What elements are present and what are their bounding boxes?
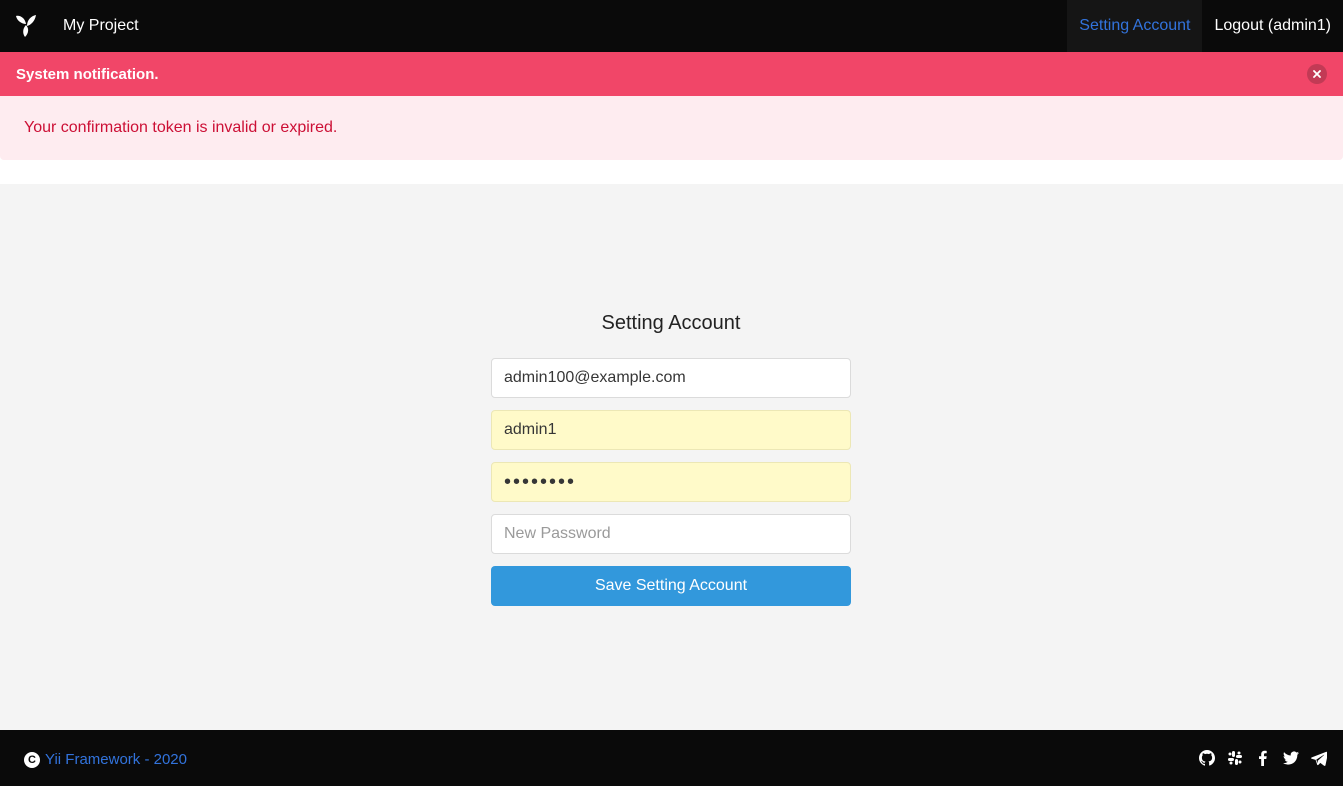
system-notification: System notification. Your confirmation t… <box>0 52 1343 160</box>
close-icon[interactable] <box>1307 64 1327 84</box>
save-setting-account-button[interactable]: Save Setting Account <box>491 566 851 606</box>
social-links <box>1199 750 1327 766</box>
password-field[interactable] <box>491 462 851 502</box>
email-field[interactable] <box>491 358 851 398</box>
github-icon[interactable] <box>1199 750 1215 766</box>
main-content: Setting Account Save Setting Account <box>0 184 1343 730</box>
footer: C Yii Framework - 2020 <box>0 730 1343 786</box>
navbar: My Project Setting Account Logout (admin… <box>0 0 1343 52</box>
notification-header: System notification. <box>0 52 1343 96</box>
yii-logo-icon[interactable] <box>12 12 39 40</box>
nav-setting-account[interactable]: Setting Account <box>1067 0 1203 52</box>
username-field[interactable] <box>491 410 851 450</box>
slack-icon[interactable] <box>1227 750 1243 766</box>
copyright-icon: C <box>24 751 40 768</box>
nav-logout[interactable]: Logout (admin1) <box>1202 0 1343 52</box>
facebook-icon[interactable] <box>1255 750 1271 766</box>
notification-title: System notification. <box>16 65 159 83</box>
new-password-field[interactable] <box>491 514 851 554</box>
navbar-menu: Setting Account Logout (admin1) <box>1067 0 1343 52</box>
form-title: Setting Account <box>601 312 741 334</box>
notification-message: Your confirmation token is invalid or ex… <box>24 119 338 136</box>
twitter-icon[interactable] <box>1283 750 1299 766</box>
brand-name[interactable]: My Project <box>63 17 139 35</box>
footer-copyright: C Yii Framework - 2020 <box>24 751 187 768</box>
telegram-icon[interactable] <box>1311 750 1327 766</box>
footer-link[interactable]: Yii Framework - 2020 <box>45 751 187 768</box>
notification-body: Your confirmation token is invalid or ex… <box>0 96 1343 160</box>
